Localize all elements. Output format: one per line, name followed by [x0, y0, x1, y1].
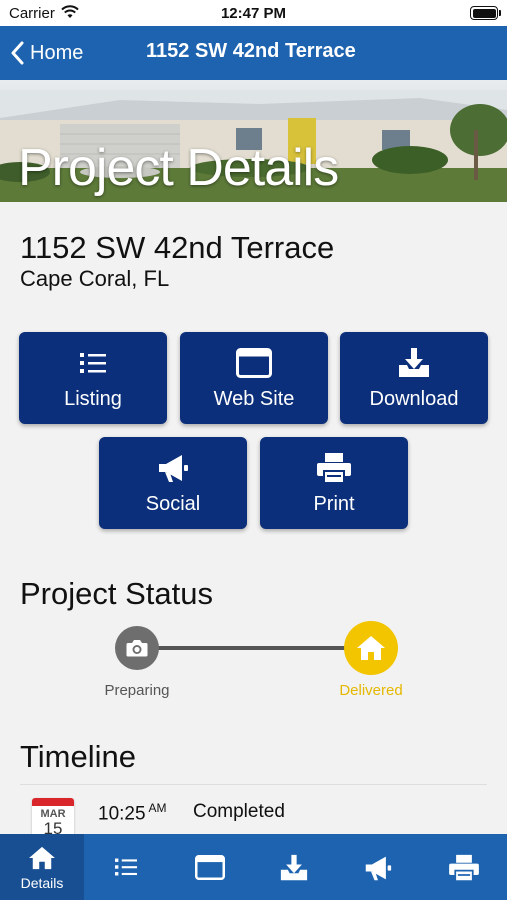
- timeline-entry-time: 10:25 AM: [98, 801, 167, 825]
- status-progress-line: [137, 646, 370, 650]
- list-icon: [84, 856, 168, 878]
- browser-window-icon: [168, 855, 252, 880]
- print-button[interactable]: Print: [260, 437, 408, 529]
- hero-title: Project Details: [18, 139, 339, 197]
- project-status-title: Project Status: [20, 576, 213, 611]
- property-city: Cape Coral, FL: [20, 266, 170, 291]
- camera-icon: [126, 640, 148, 657]
- timeline-entry-text: Completed: [193, 801, 285, 822]
- tab-website[interactable]: [168, 834, 252, 900]
- printer-icon: [420, 854, 507, 882]
- megaphone-icon: [336, 854, 420, 882]
- download-button-label: Download: [369, 388, 459, 410]
- nav-title: 1152 SW 42nd Terrace: [146, 40, 356, 62]
- status-step-preparing: [115, 626, 159, 670]
- printer-icon: [260, 451, 408, 485]
- tab-bar: Details: [0, 834, 507, 900]
- download-button[interactable]: Download: [340, 332, 488, 424]
- timeline-entry-ampm: AM: [148, 801, 167, 815]
- tab-print[interactable]: [420, 834, 507, 900]
- status-step-delivered: [344, 621, 398, 675]
- chevron-left-icon: [11, 41, 24, 65]
- status-step-delivered-label: Delivered: [339, 682, 403, 699]
- tab-listing[interactable]: [84, 834, 168, 900]
- listing-button-label: Listing: [64, 388, 122, 410]
- download-icon: [252, 854, 336, 882]
- tab-download[interactable]: [252, 834, 336, 900]
- browser-window-icon: [180, 346, 328, 380]
- social-button[interactable]: Social: [99, 437, 247, 529]
- hero-banner: Project Details: [0, 80, 507, 202]
- home-icon: [0, 846, 84, 870]
- home-icon: [357, 636, 385, 660]
- download-icon: [340, 346, 488, 380]
- timeline-divider: [20, 784, 487, 785]
- list-icon: [19, 346, 167, 380]
- back-button[interactable]: Home: [10, 38, 83, 68]
- website-button[interactable]: Web Site: [180, 332, 328, 424]
- timeline-title: Timeline: [20, 739, 136, 774]
- listing-button[interactable]: Listing: [19, 332, 167, 424]
- status-step-preparing-label: Preparing: [104, 682, 170, 699]
- megaphone-icon: [99, 451, 247, 485]
- tab-social[interactable]: [336, 834, 420, 900]
- status-bar: Carrier 12:47 PM: [0, 0, 507, 26]
- clock: 12:47 PM: [220, 5, 287, 22]
- website-button-label: Web Site: [213, 388, 295, 410]
- property-address: 1152 SW 42nd Terrace: [20, 230, 335, 265]
- tab-details-label: Details: [20, 875, 64, 891]
- print-button-label: Print: [313, 493, 355, 515]
- navigation-bar: Home 1152 SW 42nd Terrace: [0, 26, 507, 80]
- battery-icon: [470, 6, 501, 20]
- social-button-label: Social: [145, 493, 201, 515]
- tab-details[interactable]: Details: [0, 834, 84, 900]
- calendar-icon: MAR 15: [32, 798, 74, 838]
- back-button-label: Home: [30, 41, 84, 64]
- timeline-entry-time-value: 10:25: [98, 803, 146, 825]
